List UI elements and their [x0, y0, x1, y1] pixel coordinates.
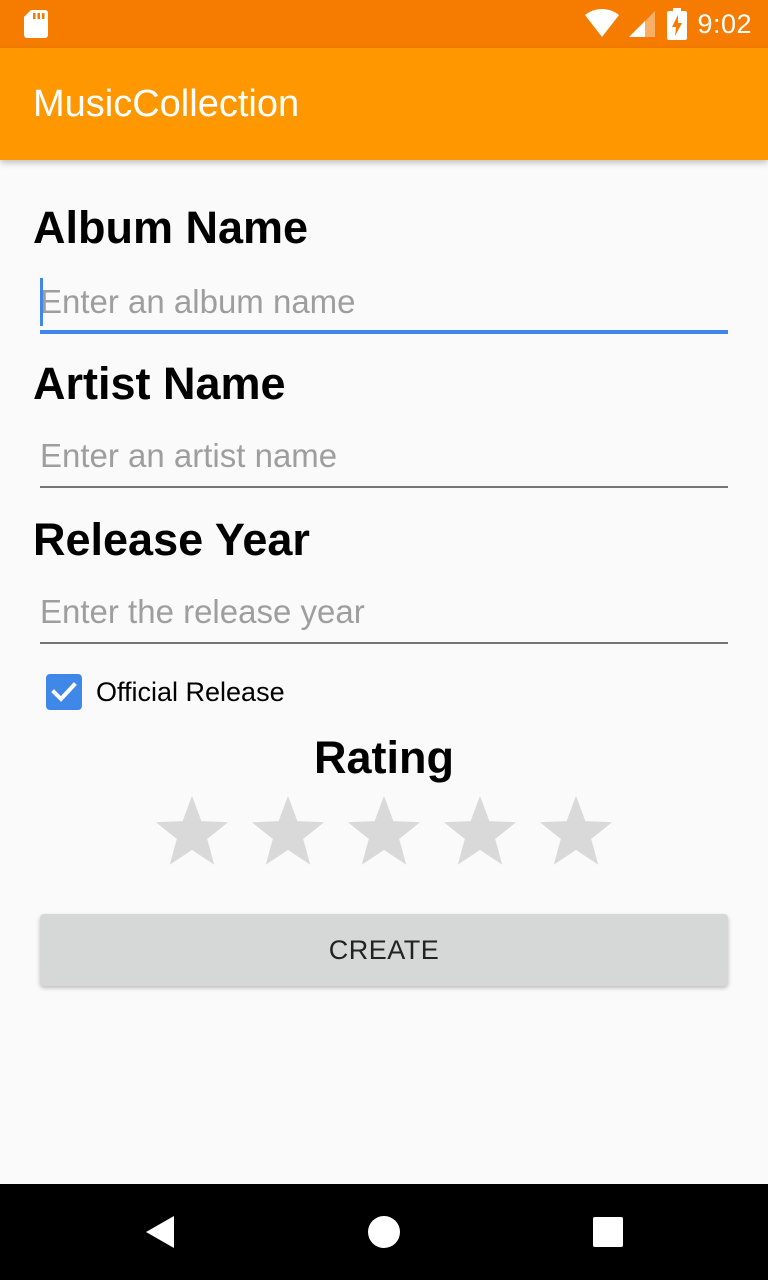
create-album-form: Album Name Artist Name Release Year Offi…: [0, 160, 768, 1184]
wifi-icon: [585, 9, 620, 37]
cell-signal-icon: [629, 11, 656, 37]
sd-card-icon: [24, 10, 48, 38]
artist-name-label: Artist Name: [33, 358, 286, 409]
app-title: MusicCollection: [33, 83, 300, 125]
album-name-input[interactable]: [40, 274, 728, 330]
release-year-field[interactable]: [40, 584, 728, 644]
official-release-row[interactable]: Official Release: [46, 672, 285, 712]
album-name-label: Album Name: [33, 202, 309, 253]
star-1-icon[interactable]: [152, 794, 232, 874]
rating-bar[interactable]: [152, 794, 616, 874]
check-icon: [51, 682, 77, 702]
navigation-bar: [0, 1184, 768, 1280]
recents-icon[interactable]: [588, 1212, 628, 1252]
star-2-icon[interactable]: [248, 794, 328, 874]
home-icon[interactable]: [364, 1212, 404, 1252]
rating-label: Rating: [314, 732, 454, 783]
official-release-checkbox[interactable]: [46, 674, 82, 710]
release-year-input[interactable]: [40, 584, 728, 640]
artist-name-field[interactable]: [40, 428, 728, 488]
release-year-underline: [40, 642, 728, 644]
battery-charging-icon: [667, 8, 688, 40]
status-bar: 9:02: [0, 0, 768, 48]
star-4-icon[interactable]: [440, 794, 520, 874]
album-name-field[interactable]: [40, 274, 728, 334]
star-5-icon[interactable]: [536, 794, 616, 874]
release-year-label: Release Year: [33, 514, 310, 565]
create-button[interactable]: CREATE: [40, 914, 728, 986]
artist-name-input[interactable]: [40, 428, 728, 484]
star-3-icon[interactable]: [344, 794, 424, 874]
artist-name-underline: [40, 486, 728, 488]
official-release-label: Official Release: [96, 676, 285, 707]
app-bar: MusicCollection: [0, 48, 768, 160]
text-cursor: [40, 278, 43, 326]
album-name-underline: [40, 330, 728, 334]
clock: 9:02: [697, 8, 752, 39]
back-icon[interactable]: [142, 1212, 182, 1252]
